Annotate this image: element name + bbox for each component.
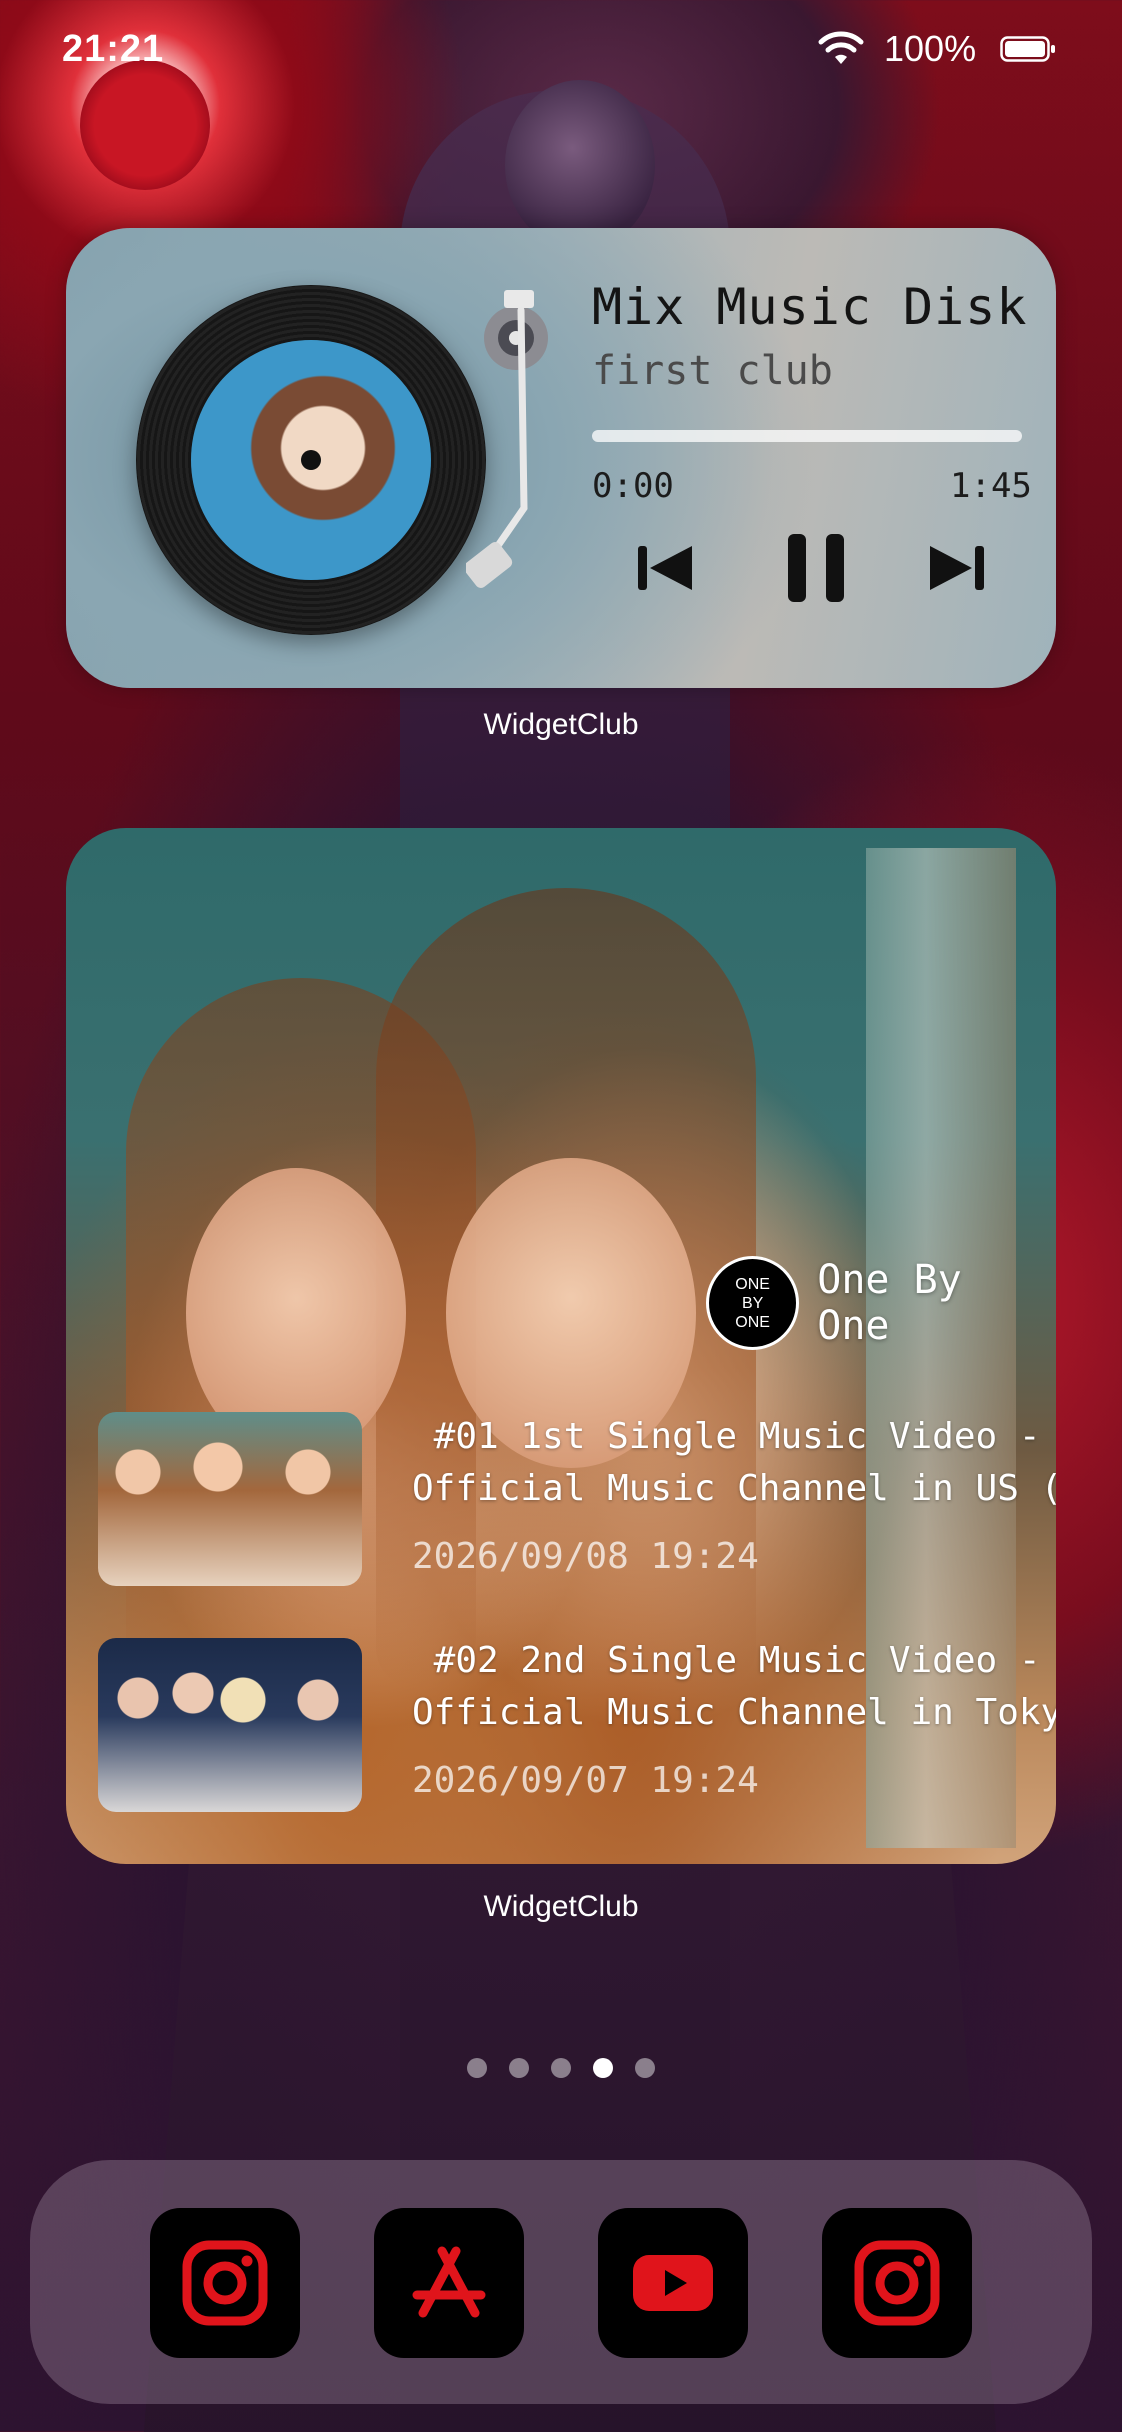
app-store-icon	[412, 2246, 486, 2318]
dock-app-app-store[interactable]	[374, 2208, 524, 2358]
page-indicator[interactable]	[0, 2058, 1122, 2078]
music-widget-caption: WidgetClub	[483, 708, 639, 741]
channel-logo-text: BY	[741, 1294, 764, 1312]
wifi-icon	[818, 31, 864, 64]
video-thumbnail	[98, 1412, 362, 1586]
video-widget-caption: WidgetClub	[483, 1890, 639, 1923]
page-dot[interactable]	[593, 2058, 613, 2078]
page-dot[interactable]	[509, 2058, 529, 2078]
pause-icon	[788, 534, 844, 602]
album-art	[191, 340, 431, 580]
status-time: 21:21	[62, 28, 165, 70]
dock-app-instagram[interactable]	[822, 2208, 972, 2358]
tonearm-icon	[466, 290, 548, 588]
page-dot[interactable]	[635, 2058, 655, 2078]
music-widget[interactable]: Mix Music Disk first club 0:00 1:45	[66, 228, 1056, 688]
video-list-item[interactable]: #01 1st Single Music Video - Official Mu…	[98, 1412, 1056, 1587]
elapsed-time: 0:00	[592, 466, 674, 506]
vinyl-disk	[136, 285, 486, 635]
video-date: 2026/09/07 19:24	[412, 1760, 759, 1801]
page-dot[interactable]	[551, 2058, 571, 2078]
page-dot[interactable]	[467, 2058, 487, 2078]
video-title-line: Official Music Channel in US (Liv…	[412, 1468, 1056, 1509]
playback-progress-bar[interactable]	[592, 430, 1022, 442]
instagram-icon	[182, 2240, 268, 2326]
previous-track-button[interactable]	[626, 528, 706, 608]
channel-name: One By One	[817, 1257, 962, 1349]
status-bar: 21:21 100%	[0, 0, 1122, 100]
video-title-line: #02 2nd Single Music Video -	[412, 1640, 1041, 1681]
dock	[30, 2160, 1092, 2404]
wallpaper-figure-head	[505, 80, 655, 250]
battery-icon	[1000, 36, 1055, 62]
instagram-icon	[854, 2240, 940, 2326]
video-date: 2026/09/08 19:24	[412, 1536, 759, 1577]
video-title-line: #01 1st Single Music Video -	[412, 1416, 1041, 1457]
dock-app-youtube[interactable]	[598, 2208, 748, 2358]
dock-app-instagram[interactable]	[150, 2208, 300, 2358]
pause-button[interactable]	[766, 528, 866, 608]
video-widget[interactable]: ONE BY ONE One By One #01 1st Single Mus…	[66, 828, 1056, 1864]
total-time: 1:45	[950, 466, 1032, 506]
battery-percent: 100%	[884, 28, 977, 69]
next-track-button[interactable]	[916, 528, 996, 608]
video-list-item[interactable]: #02 2nd Single Music Video - Official Mu…	[98, 1638, 1056, 1813]
video-thumbnail	[98, 1638, 362, 1812]
video-title-line: Official Music Channel in Tokyo (…	[412, 1692, 1056, 1733]
channel-logo: ONE BY ONE	[706, 1256, 800, 1350]
skip-forward-icon	[930, 546, 984, 590]
skip-back-icon	[638, 546, 692, 590]
track-title: Mix Music Disk	[592, 278, 1028, 336]
channel-header[interactable]: ONE BY ONE One By One	[706, 1256, 1056, 1350]
channel-logo-text: ONE	[735, 1275, 770, 1293]
youtube-icon	[633, 2255, 713, 2311]
track-artist: first club	[592, 348, 833, 394]
channel-logo-text: ONE	[735, 1313, 770, 1331]
